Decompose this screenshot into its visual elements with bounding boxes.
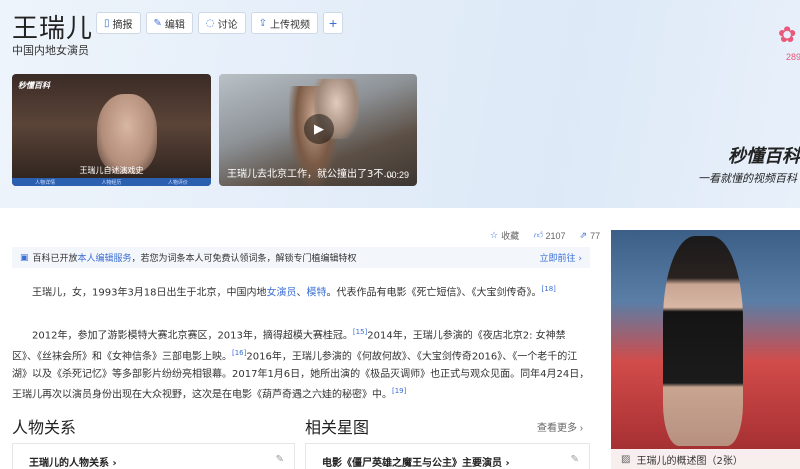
pencil-icon[interactable]: ✎ [571,454,579,465]
video-1-caption: 王瑞儿自述演戏史 [79,166,144,175]
video-1-tab-bar: 人物详情 人物经历 人物评价 [12,178,211,186]
related-stars-card[interactable]: 电影《僵尸英雄之魔王与公主》主要演员 › ✎ [305,443,590,469]
report-label: 摘报 [112,19,133,31]
share-button[interactable]: ⇗ 77 [580,229,601,242]
star-icon: ☆ [490,230,499,240]
reference-link[interactable]: [15] [353,328,367,336]
intro-text: 王瑞儿，女，1993年3月18日出生于北京，中国内地 [32,287,267,299]
notice-prefix: 百科已开放 [32,254,78,264]
gallery-icon: ▨ [621,453,631,465]
reference-link[interactable]: [18] [542,285,556,293]
stats-bar: ☆ 收藏 👍︎ 2107 ⇗ 77 [490,229,600,242]
video-thumbnail-2[interactable]: ▶ 王瑞儿去北京工作，就公撞出了3不… 00:29 [219,74,417,186]
favorite-label: 收藏 [501,231,520,241]
video-1-image [97,94,157,174]
see-more-link[interactable]: 查看更多 › [537,419,583,434]
flower-icon[interactable]: ✿ [778,22,796,48]
share-count: 77 [590,230,601,241]
related-stars-card-label: 电影《僵尸英雄之魔王与公主》主要演员 › [322,458,510,469]
play-icon[interactable]: ▶ [304,114,334,144]
relations-card-label: 王瑞儿的人物关系 › [29,458,117,469]
user-icon: ▣ [20,252,29,263]
edit-label: 编辑 [164,19,185,31]
photo-caption: 王瑞儿的概述图（2张） [636,455,743,467]
bookmark-icon: ▯ [104,17,110,29]
actress-link[interactable]: 女演员 [267,287,297,298]
edit-icon: ✎ [153,17,162,29]
notice-text: ，若您为词条本人可免费认领词条，解锁专门植编辑特权 [131,254,357,264]
reference-link[interactable]: [16] [232,349,246,357]
chat-icon: ◌ [205,17,215,29]
video-1-tab: 人物详情 [35,179,56,186]
model-link[interactable]: 模特 [307,287,327,298]
relations-title: 人物关系 [12,418,77,437]
intro-text: 。代表作品有电影《死亡短信》、《大宝剑传奇》。 [326,287,542,299]
like-button[interactable]: 👍︎ 2107 [533,229,565,242]
summary-photo-image [663,236,743,446]
share-icon: ⇗ [579,230,588,240]
go-now-link[interactable]: 立即前往 › [540,251,582,264]
flower-count: 289 [786,52,800,62]
promo-logo: 秒懂百科 [728,146,800,166]
summary-photo[interactable] [611,230,800,469]
intro-text: 、 [296,287,307,299]
video-2-duration: 00:29 [386,170,409,180]
thumb-up-icon: 👍︎ [533,230,543,240]
pencil-icon[interactable]: ✎ [276,454,284,465]
video-thumbnail-1[interactable]: 秒懂百科 王瑞儿自述演戏史 人物详情 人物经历 人物评价 [12,74,211,186]
discuss-label: 讨论 [217,19,238,31]
action-bar: ▯ 摘报 ✎ 编辑 ◌ 讨论 ⇪ 上传视频 + [96,12,344,34]
reference-link[interactable]: [19] [392,387,406,395]
notice-bar: ▣ 百科已开放 本人编辑服务 ，若您为词条本人可免费认领词条，解锁专门植编辑特权… [12,247,590,268]
favorite-button[interactable]: ☆ 收藏 [490,229,519,242]
discuss-button[interactable]: ◌ 讨论 [197,12,246,34]
upload-video-icon: ⇪ [258,17,268,29]
video-1-tab: 人物经历 [101,179,122,186]
page-title: 王瑞儿 [12,14,94,44]
intro-text: 2012年，参加了游影模特大赛北京赛区，2013年，摘得超模大赛桂冠。 [32,330,353,342]
report-button[interactable]: ▯ 摘报 [96,12,141,34]
page-subtitle: 中国内地女演员 [12,44,89,57]
upload-video-label: 上传视频 [270,19,311,31]
entry-header: 王瑞儿 中国内地女演员 ▯ 摘报 ✎ 编辑 ◌ 讨论 ⇪ 上传视频 + ✿ 28… [0,0,800,208]
upload-video-button[interactable]: ⇪ 上传视频 [250,12,319,34]
photo-caption-bar[interactable]: ▨ 王瑞儿的概述图（2张） [611,449,800,469]
relations-card[interactable]: 王瑞儿的人物关系 › ✎ [12,443,295,469]
video-1-tab: 人物评价 [167,179,188,186]
video-1-logo: 秒懂百科 [18,81,50,90]
related-stars-title: 相关星图 [305,418,370,437]
intro-paragraph-1: 王瑞儿，女，1993年3月18日出生于北京，中国内地女演员、模特。代表作品有电影… [12,281,590,302]
promo-slogan: 一看就懂的视频百科 [698,172,797,185]
add-button[interactable]: + [323,12,344,34]
like-count: 2107 [545,230,566,241]
notice-link[interactable]: 本人编辑服务 [78,251,132,264]
intro-paragraph-2: 2012年，参加了游影模特大赛北京赛区，2013年，摘得超模大赛桂冠。[15]2… [12,324,590,404]
edit-button[interactable]: ✎ 编辑 [145,12,193,34]
video-2-caption: 王瑞儿去北京工作，就公撞出了3不… [227,169,394,180]
